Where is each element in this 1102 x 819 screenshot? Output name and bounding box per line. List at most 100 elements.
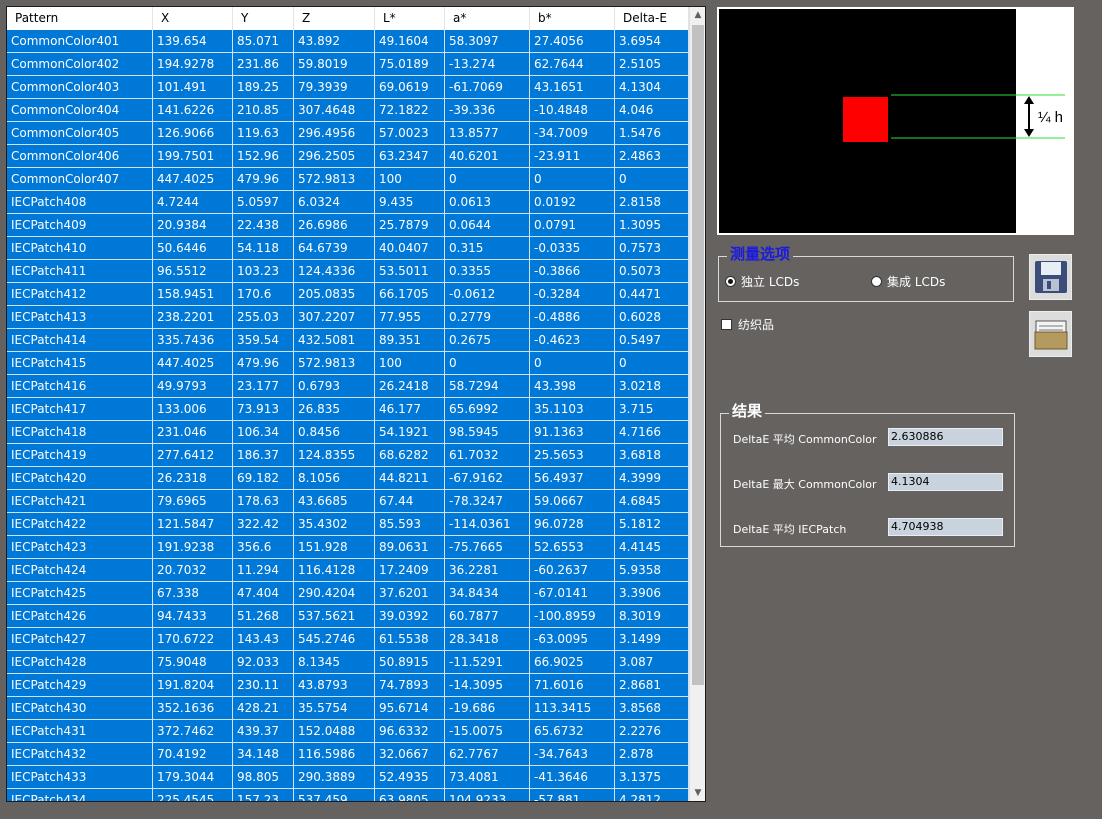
table-cell[interactable]: 2.8158 xyxy=(615,191,689,214)
table-cell[interactable]: 4.7166 xyxy=(615,421,689,444)
table-cell[interactable]: 60.7877 xyxy=(445,605,530,628)
table-cell[interactable]: IECPatch420 xyxy=(7,467,153,490)
table-cell[interactable]: 231.86 xyxy=(233,53,294,76)
table-cell[interactable]: 296.2505 xyxy=(294,145,375,168)
table-cell[interactable]: 72.1822 xyxy=(375,99,445,122)
table-cell[interactable]: 205.0835 xyxy=(294,283,375,306)
table-vertical-scrollbar[interactable]: ▲ ▼ xyxy=(689,7,705,801)
table-cell[interactable]: 0.3355 xyxy=(445,260,530,283)
table-row[interactable]: IECPatch420 26.2318 69.182 8.1056 44.8211 -67… xyxy=(7,467,689,490)
table-cell[interactable]: 89.0631 xyxy=(375,536,445,559)
table-cell[interactable]: -63.0095 xyxy=(530,628,615,651)
table-row[interactable]: IECPatch430 352.1636 428.21 35.5754 95.6714-… xyxy=(7,697,689,720)
table-cell[interactable]: 1.3095 xyxy=(615,214,689,237)
table-cell[interactable]: 0 xyxy=(445,168,530,191)
table-row[interactable]: CommonColor405 126.9066 119.63 296.4956 57.0… xyxy=(7,122,689,145)
table-cell[interactable]: 73.913 xyxy=(233,398,294,421)
open-button[interactable] xyxy=(1029,311,1072,357)
table-cell[interactable]: 40.0407 xyxy=(375,237,445,260)
table-cell[interactable]: 23.177 xyxy=(233,375,294,398)
table-cell[interactable]: 290.3889 xyxy=(294,766,375,789)
table-cell[interactable]: 26.2418 xyxy=(375,375,445,398)
table-cell[interactable]: 133.006 xyxy=(153,398,233,421)
table-cell[interactable]: -114.0361 xyxy=(445,513,530,536)
table-cell[interactable]: -78.3247 xyxy=(445,490,530,513)
table-row[interactable]: IECPatch424 20.7032 11.294 116.4128 17.2409 3… xyxy=(7,559,689,582)
radio-selected-icon[interactable] xyxy=(725,276,736,287)
table-cell[interactable]: 2.4863 xyxy=(615,145,689,168)
table-cell[interactable]: 25.7879 xyxy=(375,214,445,237)
table-cell[interactable]: 307.4648 xyxy=(294,99,375,122)
table-cell[interactable]: -34.7009 xyxy=(530,122,615,145)
table-row[interactable]: IECPatch413 238.2201 255.03 307.2207 77.955 0… xyxy=(7,306,689,329)
table-cell[interactable]: 126.9066 xyxy=(153,122,233,145)
table-cell[interactable]: -14.3095 xyxy=(445,674,530,697)
table-cell[interactable]: 0.6793 xyxy=(294,375,375,398)
table-cell[interactable]: 432.5081 xyxy=(294,329,375,352)
table-cell[interactable]: 50.6446 xyxy=(153,237,233,260)
table-cell[interactable]: 61.7032 xyxy=(445,444,530,467)
table-cell[interactable]: 439.37 xyxy=(233,720,294,743)
table-cell[interactable]: 3.087 xyxy=(615,651,689,674)
table-cell[interactable]: 20.7032 xyxy=(153,559,233,582)
table-cell[interactable]: 36.2281 xyxy=(445,559,530,582)
table-cell[interactable]: 79.3939 xyxy=(294,76,375,99)
table-cell[interactable]: 0 xyxy=(530,168,615,191)
table-cell[interactable]: 26.6986 xyxy=(294,214,375,237)
table-cell[interactable]: IECPatch433 xyxy=(7,766,153,789)
table-cell[interactable]: 194.9278 xyxy=(153,53,233,76)
table-cell[interactable]: 3.1375 xyxy=(615,766,689,789)
table-cell[interactable]: 3.6818 xyxy=(615,444,689,467)
table-cell[interactable]: -15.0075 xyxy=(445,720,530,743)
table-cell[interactable]: 39.0392 xyxy=(375,605,445,628)
table-cell[interactable]: CommonColor406 xyxy=(7,145,153,168)
table-row[interactable]: IECPatch414 335.7436 359.54 432.5081 89.351 0… xyxy=(7,329,689,352)
table-cell[interactable]: 65.6732 xyxy=(530,720,615,743)
table-row[interactable]: IECPatch429 191.8204 230.11 43.8793 74.7893-… xyxy=(7,674,689,697)
table-cell[interactable]: 186.37 xyxy=(233,444,294,467)
table-cell[interactable]: 121.5847 xyxy=(153,513,233,536)
table-cell[interactable]: -0.0335 xyxy=(530,237,615,260)
table-cell[interactable]: CommonColor404 xyxy=(7,99,153,122)
table-cell[interactable]: 170.6 xyxy=(233,283,294,306)
table-cell[interactable]: 17.2409 xyxy=(375,559,445,582)
table-cell[interactable]: -0.3866 xyxy=(530,260,615,283)
table-cell[interactable]: IECPatch411 xyxy=(7,260,153,283)
table-cell[interactable]: 372.7462 xyxy=(153,720,233,743)
table-cell[interactable]: 22.438 xyxy=(233,214,294,237)
table-cell[interactable]: 13.8577 xyxy=(445,122,530,145)
table-cell[interactable]: 0.0192 xyxy=(530,191,615,214)
table-cell[interactable]: 119.63 xyxy=(233,122,294,145)
table-cell[interactable]: 230.11 xyxy=(233,674,294,697)
scrollbar-thumb[interactable] xyxy=(692,25,704,685)
table-cell[interactable]: 307.2207 xyxy=(294,306,375,329)
table-cell[interactable]: 572.9813 xyxy=(294,168,375,191)
column-header[interactable]: L* xyxy=(375,7,445,30)
table-cell[interactable]: 141.6226 xyxy=(153,99,233,122)
table-cell[interactable]: 537.5621 xyxy=(294,605,375,628)
table-cell[interactable]: 74.7893 xyxy=(375,674,445,697)
table-cell[interactable]: 0.2779 xyxy=(445,306,530,329)
table-row[interactable]: IECPatch434 225.4545 157.23 537.459 63.9805 1… xyxy=(7,789,689,801)
table-row[interactable]: IECPatch411 96.5512 103.23 124.4336 53.5011 0… xyxy=(7,260,689,283)
table-cell[interactable]: 3.715 xyxy=(615,398,689,421)
column-header[interactable]: Y xyxy=(233,7,294,30)
table-cell[interactable]: IECPatch434 xyxy=(7,789,153,801)
table-cell[interactable]: 2.2276 xyxy=(615,720,689,743)
measurement-table[interactable]: Pattern X Y Z L* a* b* Delta-E CommonColor401 13… xyxy=(6,6,706,802)
table-cell[interactable]: 85.071 xyxy=(233,30,294,53)
table-cell[interactable]: 0 xyxy=(530,352,615,375)
table-cell[interactable]: 210.85 xyxy=(233,99,294,122)
table-row[interactable]: IECPatch421 79.6965 178.63 43.6685 67.44 -78.… xyxy=(7,490,689,513)
table-cell[interactable]: -0.4623 xyxy=(530,329,615,352)
table-cell[interactable]: 52.6553 xyxy=(530,536,615,559)
table-cell[interactable]: 4.4145 xyxy=(615,536,689,559)
table-cell[interactable]: 63.2347 xyxy=(375,145,445,168)
table-cell[interactable]: 191.8204 xyxy=(153,674,233,697)
table-cell[interactable]: -57.881 xyxy=(530,789,615,801)
table-row[interactable]: IECPatch432 70.4192 34.148 116.5986 32.0667 6… xyxy=(7,743,689,766)
table-cell[interactable]: 100 xyxy=(375,352,445,375)
table-cell[interactable]: 4.2812 xyxy=(615,789,689,801)
table-row[interactable]: IECPatch423 191.9238 356.6 151.928 89.0631 -7… xyxy=(7,536,689,559)
table-cell[interactable]: 98.5945 xyxy=(445,421,530,444)
